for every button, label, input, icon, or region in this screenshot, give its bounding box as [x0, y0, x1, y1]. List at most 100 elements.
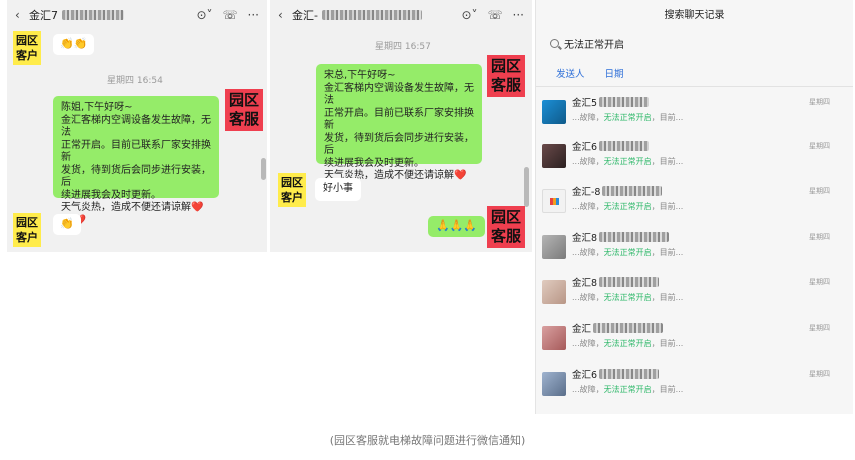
msg-line-text: 天气炎热，造成不便还请谅解 [61, 202, 191, 213]
more-icon[interactable]: ··· [513, 8, 524, 22]
result-name: 金汇6 [572, 142, 598, 153]
result-name: 金汇5 [572, 98, 598, 109]
snippet-post: ，目前... [651, 202, 684, 211]
search-query: 无法正常开启 [564, 39, 624, 51]
back-arrow-icon[interactable]: ‹ [15, 8, 29, 22]
result-name-row: 金汇8 星期四 [572, 276, 842, 289]
snippet-highlight: 无法正常开启 [603, 202, 652, 211]
middle-chat-panel: ‹ 金汇- ⊙˅ ☏ ··· 星期四 16:57 宋总,下午好呀~ 金汇客梯内空… [270, 0, 532, 252]
result-name: 金汇6 [572, 370, 598, 381]
result-name: 金汇 [572, 324, 592, 335]
result-day: 星期四 [809, 278, 830, 286]
screenshot-canvas: ‹ 金汇7 ⊙˅ ☏ ··· 园区 客户 👏👏 星期四 16:54 陈姐,下午好… [0, 0, 855, 460]
result-body: 金汇6 星期四 ...故障，无法正常开启，目前... [572, 140, 842, 167]
result-day: 星期四 [809, 370, 830, 378]
customer-tag-middle: 园区 客户 [278, 173, 306, 207]
result-body: 金汇8 星期四 ...故障，无法正常开启，目前... [572, 276, 842, 303]
result-name-row: 金汇8 星期四 [572, 231, 842, 244]
middle-header-icons: ⊙˅ ☏ ··· [461, 8, 524, 22]
search-result-item[interactable]: 金汇-8 星期四 ...故障，无法正常开启，目前... [542, 185, 842, 229]
chat-bubble-icon[interactable]: ⊙˅ [461, 8, 477, 22]
customer-emoji-bubble-bottom: 👏 [53, 214, 81, 235]
figure-caption: (园区客服就电梯故障问题进行微信通知) [329, 434, 526, 447]
snippet-pre: ...故障， [572, 339, 604, 348]
left-chat-header: ‹ 金汇7 ⊙˅ ☏ ··· [7, 0, 267, 30]
msg-line: 陈姐,下午好呀~ [61, 102, 133, 113]
filter-sender[interactable]: 发送人 [556, 66, 585, 80]
left-scrollbar[interactable] [261, 158, 266, 180]
customer-tag-top: 园区 客户 [13, 31, 41, 65]
msg-line: 正常开启。目前已联系厂家安排换新 [324, 107, 474, 132]
middle-scrollbar[interactable] [524, 167, 529, 207]
chat-bubble-icon[interactable]: ⊙˅ [196, 8, 212, 22]
blurred-name [599, 277, 660, 287]
result-day: 星期四 [809, 324, 830, 332]
blurred-name [593, 323, 664, 333]
result-name-row: 金汇5 星期四 [572, 96, 842, 109]
avatar [542, 189, 566, 213]
msg-line: 续进展我会及时更新。 [61, 189, 161, 201]
middle-chat-title: 金汇- [292, 7, 461, 23]
left-service-message: 陈姐,下午好呀~ 金汇客梯内空调设备发生故障，无法 正常开启。目前已联系厂家安排… [53, 96, 219, 226]
avatar [542, 100, 566, 124]
result-name: 金汇-8 [572, 187, 601, 198]
result-day: 星期四 [809, 233, 830, 241]
snippet-pre: ...故障， [572, 293, 604, 302]
snippet-highlight: 无法正常开启 [603, 248, 652, 257]
result-day: 星期四 [809, 142, 830, 150]
more-icon[interactable]: ··· [248, 8, 259, 22]
search-result-item[interactable]: 金汇 星期四 ...故障，无法正常开启，目前... [542, 322, 842, 366]
snippet-pre: ...故障， [572, 157, 604, 166]
result-snippet: ...故障，无法正常开启，目前... [572, 156, 842, 167]
msg-line: 正常开启。目前已联系厂家安排换新 [61, 139, 211, 164]
result-name-row: 金汇 星期四 [572, 322, 842, 335]
result-name-row: 金汇6 星期四 [572, 368, 842, 381]
result-body: 金汇8 星期四 ...故障，无法正常开启，目前... [572, 231, 842, 258]
avatar [542, 144, 566, 168]
msg-line: 续进展我会及时更新。 [324, 157, 424, 169]
search-result-item[interactable]: 金汇6 星期四 ...故障，无法正常开启，目前... [542, 140, 842, 184]
blurred-name [321, 10, 422, 20]
middle-chat-header: ‹ 金汇- ⊙˅ ☏ ··· [270, 0, 532, 30]
search-result-item[interactable]: 金汇6 星期四 ...故障，无法正常开启，目前... [542, 368, 842, 412]
left-timestamp: 星期四 16:54 [107, 76, 163, 86]
result-snippet: ...故障，无法正常开启，目前... [572, 247, 842, 258]
phone-icon[interactable]: ☏ [488, 8, 503, 22]
service-tag-middle-top: 园区 客服 [487, 55, 526, 97]
blurred-name [599, 232, 670, 242]
blurred-name [599, 141, 650, 151]
snippet-pre: ...故障， [572, 248, 604, 257]
msg-line: 金汇客梯内空调设备发生故障，无法 [61, 114, 211, 139]
snippet-pre: ...故障， [572, 385, 604, 394]
blurred-name [599, 97, 650, 107]
middle-timestamp: 星期四 16:57 [375, 42, 431, 52]
avatar [542, 326, 566, 350]
divider [536, 86, 853, 87]
back-arrow-icon[interactable]: ‹ [278, 8, 292, 22]
result-body: 金汇6 星期四 ...故障，无法正常开启，目前... [572, 368, 842, 395]
avatar [542, 235, 566, 259]
blurred-name [599, 369, 660, 379]
snippet-highlight: 无法正常开启 [603, 293, 652, 302]
search-result-item[interactable]: 金汇8 星期四 ...故障，无法正常开启，目前... [542, 231, 842, 275]
msg-line: 金汇客梯内空调设备发生故障，无法 [324, 82, 474, 107]
search-panel-title: 搜索聊天记录 [664, 10, 725, 21]
search-icon [550, 38, 559, 48]
search-result-item[interactable]: 金汇8 星期四 ...故障，无法正常开启，目前... [542, 276, 842, 320]
result-name: 金汇8 [572, 233, 598, 244]
result-day: 星期四 [809, 98, 830, 106]
snippet-post: ，目前... [651, 248, 684, 257]
snippet-highlight: 无法正常开启 [603, 385, 652, 394]
result-name: 金汇8 [572, 278, 598, 289]
result-snippet: ...故障，无法正常开启，目前... [572, 292, 842, 303]
search-input[interactable]: 无法正常开启 [550, 32, 839, 54]
snippet-highlight: 无法正常开启 [603, 339, 652, 348]
filter-date[interactable]: 日期 [605, 66, 624, 80]
result-snippet: ...故障，无法正常开启，目前... [572, 112, 842, 123]
search-result-item[interactable]: 金汇5 星期四 ...故障，无法正常开启，目前... [542, 96, 842, 140]
msg-line: 发货，待到货后会同步进行安装，后 [324, 132, 474, 157]
middle-service-message: 宋总,下午好呀~ 金汇客梯内空调设备发生故障，无法 正常开启。目前已联系厂家安排… [316, 64, 482, 194]
service-tag-middle-bottom: 园区 客服 [487, 206, 526, 248]
phone-icon[interactable]: ☏ [223, 8, 238, 22]
snippet-post: ，目前... [651, 385, 684, 394]
